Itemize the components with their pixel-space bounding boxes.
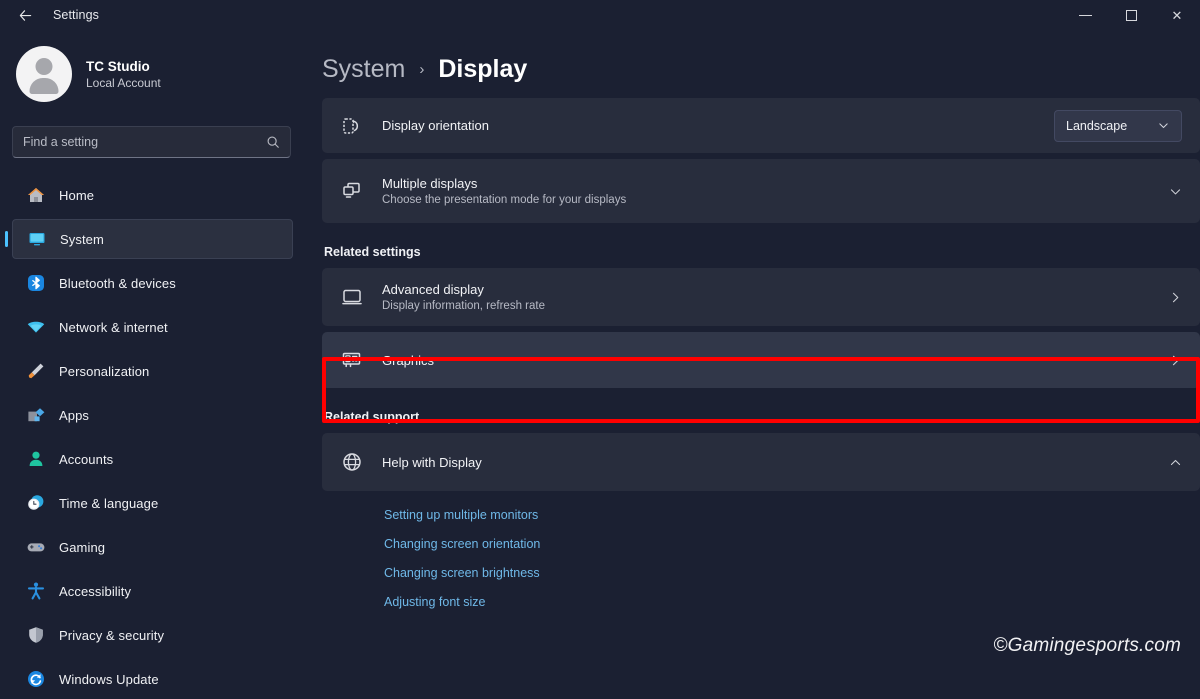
window-controls: ✕ <box>1062 0 1200 30</box>
graphics-card-icon <box>340 348 364 372</box>
help-link[interactable]: Changing screen orientation <box>384 530 540 559</box>
help-link[interactable]: Changing screen brightness <box>384 559 540 588</box>
selection-indicator <box>5 231 8 247</box>
sidebar-item-apps[interactable]: Apps <box>12 395 293 435</box>
chevron-right-icon[interactable] <box>1169 291 1182 304</box>
sidebar: TC Studio Local Account Home <box>0 30 305 675</box>
setting-row-graphics[interactable]: Graphics <box>322 332 1200 388</box>
sidebar-item-system[interactable]: System <box>12 219 293 259</box>
section-heading-related-support: Related support <box>324 410 1200 424</box>
accessibility-icon <box>26 581 46 601</box>
setting-title: Help with Display <box>382 455 1169 470</box>
advanced-display-icon <box>340 285 364 309</box>
account-icon <box>26 449 46 469</box>
maximize-button[interactable] <box>1108 0 1154 30</box>
sidebar-item-label: Windows Update <box>59 672 159 687</box>
chevron-up-icon[interactable] <box>1169 456 1182 469</box>
close-icon: ✕ <box>1172 9 1183 22</box>
breadcrumb: System › Display <box>305 30 1200 86</box>
display-orientation-dropdown[interactable]: Landscape <box>1054 110 1182 142</box>
setting-row-help-with-display[interactable]: Help with Display <box>322 433 1200 491</box>
main-content: System › Display Display orientation Lan… <box>305 30 1200 675</box>
sidebar-item-network-internet[interactable]: Network & internet <box>12 307 293 347</box>
setting-subtitle: Choose the presentation mode for your di… <box>382 194 1169 206</box>
search-input[interactable] <box>23 135 266 149</box>
title-bar: Settings ✕ <box>0 0 1200 30</box>
sidebar-item-bluetooth-devices[interactable]: Bluetooth & devices <box>12 263 293 303</box>
apps-icon <box>26 405 46 425</box>
avatar <box>16 46 72 102</box>
chevron-right-icon[interactable] <box>1169 354 1182 367</box>
globe-icon <box>340 450 364 474</box>
settings-list: Display orientation Landscape Multiple d… <box>322 98 1200 617</box>
setting-title: Graphics <box>382 353 1169 368</box>
sidebar-item-gaming[interactable]: Gaming <box>12 527 293 567</box>
help-links-list: Setting up multiple monitors Changing sc… <box>322 491 1200 617</box>
back-button[interactable] <box>8 0 42 30</box>
page-title: Display <box>438 55 527 84</box>
close-button[interactable]: ✕ <box>1154 0 1200 30</box>
sidebar-item-time-language[interactable]: Time & language <box>12 483 293 523</box>
sidebar-item-label: Accessibility <box>59 584 131 599</box>
avatar-head <box>36 58 53 75</box>
sidebar-item-label: Privacy & security <box>59 628 164 643</box>
sidebar-item-home[interactable]: Home <box>12 175 293 215</box>
help-link[interactable]: Setting up multiple monitors <box>384 501 538 530</box>
setting-row-advanced-display[interactable]: Advanced display Display information, re… <box>322 268 1200 326</box>
sidebar-item-label: Bluetooth & devices <box>59 276 176 291</box>
shield-icon <box>26 625 46 645</box>
sidebar-item-label: Time & language <box>59 496 158 511</box>
brush-icon <box>26 361 46 381</box>
monitor-icon <box>27 229 47 249</box>
sidebar-item-windows-update[interactable]: Windows Update <box>12 659 293 699</box>
breadcrumb-separator-icon: › <box>419 61 424 78</box>
account-name: TC Studio <box>86 59 161 74</box>
maximize-icon <box>1126 10 1137 21</box>
avatar-body <box>30 78 59 94</box>
sidebar-item-personalization[interactable]: Personalization <box>12 351 293 391</box>
back-arrow-icon <box>18 8 33 23</box>
home-icon <box>26 185 46 205</box>
dropdown-value: Landscape <box>1066 119 1127 133</box>
sidebar-item-label: Apps <box>59 408 89 423</box>
minimize-icon <box>1079 15 1092 16</box>
window-title: Settings <box>53 8 99 22</box>
multiple-displays-icon <box>340 179 364 203</box>
display-orientation-icon <box>340 114 364 138</box>
setting-title: Display orientation <box>382 118 1054 133</box>
sidebar-item-label: Home <box>59 188 94 203</box>
watermark: ©Gamingesports.com <box>993 635 1181 657</box>
minimize-button[interactable] <box>1062 0 1108 30</box>
help-link[interactable]: Adjusting font size <box>384 588 485 617</box>
setting-title: Multiple displays <box>382 176 1169 191</box>
gamepad-icon <box>26 537 46 557</box>
sidebar-item-accessibility[interactable]: Accessibility <box>12 571 293 611</box>
chevron-down-icon[interactable] <box>1169 185 1182 198</box>
sidebar-nav: Home System Bluetooth & devices Netwo <box>0 175 305 699</box>
clock-icon <box>26 493 46 513</box>
section-heading-related-settings: Related settings <box>324 245 1200 259</box>
wifi-icon <box>26 317 46 337</box>
sidebar-item-label: System <box>60 232 104 247</box>
sidebar-item-label: Network & internet <box>59 320 168 335</box>
bluetooth-icon <box>26 273 46 293</box>
setting-row-display-orientation[interactable]: Display orientation Landscape <box>322 98 1200 153</box>
sidebar-item-privacy-security[interactable]: Privacy & security <box>12 615 293 655</box>
sidebar-item-label: Gaming <box>59 540 105 555</box>
setting-row-multiple-displays[interactable]: Multiple displays Choose the presentatio… <box>322 159 1200 223</box>
breadcrumb-parent[interactable]: System <box>322 55 405 84</box>
search-box[interactable] <box>12 126 291 158</box>
sidebar-item-label: Personalization <box>59 364 149 379</box>
account-summary[interactable]: TC Studio Local Account <box>0 30 305 102</box>
search-icon <box>266 135 280 149</box>
sidebar-item-accounts[interactable]: Accounts <box>12 439 293 479</box>
sidebar-item-label: Accounts <box>59 452 113 467</box>
chevron-down-icon <box>1157 119 1170 132</box>
update-icon <box>26 669 46 689</box>
setting-subtitle: Display information, refresh rate <box>382 300 1169 312</box>
account-type: Local Account <box>86 76 161 90</box>
setting-title: Advanced display <box>382 282 1169 297</box>
